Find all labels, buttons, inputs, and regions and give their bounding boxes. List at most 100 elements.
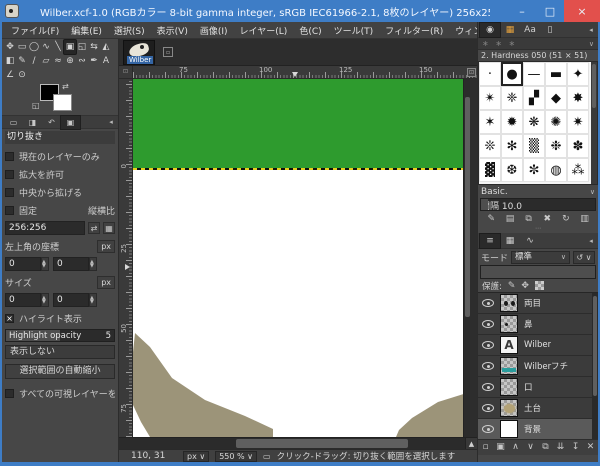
- minimize-button[interactable]: –: [508, 0, 536, 22]
- delete-layer-button[interactable]: ✕: [584, 441, 597, 454]
- guides-dropdown[interactable]: 表示しない: [5, 345, 115, 359]
- brush-swatch[interactable]: ▓: [479, 158, 501, 182]
- brush-swatch[interactable]: ✹: [501, 110, 523, 134]
- brush-swatch[interactable]: ◍: [545, 158, 567, 182]
- layer-row[interactable]: 土台: [478, 398, 598, 419]
- layer-visibility-eye-icon[interactable]: [482, 320, 494, 328]
- layer-row[interactable]: 両目: [478, 293, 598, 314]
- menu-item[interactable]: 編集(E): [65, 24, 108, 37]
- menu-item[interactable]: 表示(V): [151, 24, 194, 37]
- tab-paths[interactable]: ∿: [520, 234, 540, 248]
- aspect-grid-icon[interactable]: ▦: [103, 222, 115, 234]
- dock-menu-icon[interactable]: ◂: [106, 118, 116, 126]
- aspect-ratio-input[interactable]: 256:256: [5, 221, 85, 235]
- unit-dropdown[interactable]: px ∨: [183, 451, 209, 462]
- smudge-tool-button[interactable]: ∾: [76, 54, 88, 68]
- ink-tool-button[interactable]: ✒: [88, 54, 100, 68]
- brush-spacing-slider[interactable]: 間隔 10.0: [480, 198, 596, 211]
- menu-item[interactable]: 選択(S): [108, 24, 151, 37]
- layer-thumbnail[interactable]: [500, 294, 518, 312]
- layer-visibility-eye-icon[interactable]: [482, 341, 494, 349]
- new-layer-group-button[interactable]: ▣: [494, 441, 507, 454]
- position-unit-dropdown[interactable]: px: [97, 240, 115, 253]
- open-brush-button[interactable]: ▥: [577, 213, 592, 226]
- swap-aspect-icon[interactable]: ⇄: [88, 222, 100, 234]
- new-layer-button[interactable]: ▫: [479, 441, 492, 454]
- rectangle-select-tool-button[interactable]: ▭: [16, 40, 28, 54]
- brush-swatch[interactable]: ❉: [545, 134, 567, 158]
- anchor-layer-button[interactable]: ↧: [569, 441, 582, 454]
- brush-swatch[interactable]: ✷: [567, 110, 589, 134]
- auto-shrink-button[interactable]: 選択範囲の自動縮小: [5, 364, 115, 379]
- layer-row[interactable]: 背景: [478, 419, 598, 439]
- brush-swatch[interactable]: ❆: [501, 158, 523, 182]
- swap-colors-icon[interactable]: ⇄: [62, 82, 69, 91]
- expand-from-center-row[interactable]: 中央から拡げる: [5, 183, 115, 201]
- layer-row[interactable]: Wilber: [478, 335, 598, 356]
- position-x-stepper[interactable]: ▲▼: [41, 257, 49, 271]
- tab-brushes[interactable]: ◉: [480, 23, 500, 37]
- close-button[interactable]: ×: [564, 0, 600, 22]
- new-brush-button[interactable]: ▤: [502, 213, 517, 226]
- highlight-checkbox[interactable]: ×: [5, 314, 14, 323]
- size-y-input[interactable]: 0: [53, 293, 89, 307]
- brush-swatch[interactable]: ✽: [567, 134, 589, 158]
- menu-item[interactable]: ファイル(F): [5, 24, 65, 37]
- current-layer-only-checkbox[interactable]: [5, 152, 14, 161]
- brush-swatch[interactable]: ✼: [523, 158, 545, 182]
- free-select-tool-button[interactable]: ∿: [40, 40, 52, 54]
- brush-swatch[interactable]: ✶: [479, 110, 501, 134]
- transform-tool-button[interactable]: ◱: [76, 40, 88, 54]
- brushes-dock-menu-icon[interactable]: ◂: [586, 26, 596, 34]
- merge-layer-button[interactable]: ⇊: [554, 441, 567, 454]
- position-x-input[interactable]: 0: [5, 257, 41, 271]
- position-y-stepper[interactable]: ▲▼: [89, 257, 97, 271]
- brush-swatch[interactable]: ❈: [501, 86, 523, 110]
- layer-thumbnail[interactable]: [500, 378, 518, 396]
- layer-visibility-eye-icon[interactable]: [482, 404, 494, 412]
- maximize-button[interactable]: □: [536, 0, 564, 22]
- eraser-tool-button[interactable]: ▱: [40, 54, 52, 68]
- brush-swatch[interactable]: ·: [479, 62, 501, 86]
- clone-tool-button[interactable]: ⊕: [64, 54, 76, 68]
- navigation-corner-button[interactable]: ▲: [465, 438, 477, 449]
- layer-row[interactable]: Wilberフチ: [478, 356, 598, 377]
- delete-brush-button[interactable]: ✖: [540, 213, 555, 226]
- pencil-tool-button[interactable]: ✎: [16, 54, 28, 68]
- brush-swatch[interactable]: ❊: [479, 134, 501, 158]
- expand-from-center-checkbox[interactable]: [5, 188, 14, 197]
- menu-item[interactable]: レイヤー(L): [234, 24, 294, 37]
- tab-layers[interactable]: ≡: [480, 234, 500, 248]
- tab-undo-history[interactable]: ↶: [42, 116, 61, 129]
- crop-tool-button[interactable]: ▣: [64, 40, 76, 54]
- canvas-vertical-scrollbar[interactable]: [463, 79, 470, 437]
- layer-row[interactable]: 鼻: [478, 314, 598, 335]
- tab-document-history[interactable]: ▯: [540, 23, 560, 37]
- text-tool-button[interactable]: A: [100, 54, 112, 68]
- size-x-input[interactable]: 0: [5, 293, 41, 307]
- brush-swatch[interactable]: ✺: [545, 110, 567, 134]
- layer-thumbnail[interactable]: [500, 420, 518, 438]
- perspective-tool-button[interactable]: ◭: [100, 40, 112, 54]
- edit-brush-button[interactable]: ✎: [484, 213, 499, 226]
- layer-mode-dropdown[interactable]: 標準∨: [511, 251, 570, 264]
- tab-patterns[interactable]: ▦: [500, 23, 520, 37]
- tab-channels[interactable]: ▦: [500, 234, 520, 248]
- allow-growing-row[interactable]: 拡大を許可: [5, 165, 115, 183]
- layer-visibility-eye-icon[interactable]: [482, 383, 494, 391]
- brush-swatch[interactable]: ◆: [545, 86, 567, 110]
- size-unit-dropdown[interactable]: px: [97, 276, 115, 289]
- move-tool-button[interactable]: ✥: [4, 40, 16, 54]
- ruler-corner-button[interactable]: ⊡: [119, 66, 133, 79]
- default-colors-icon[interactable]: ◱: [32, 101, 40, 110]
- brush-set-dropdown[interactable]: Basic. ∨: [478, 185, 598, 198]
- brush-swatch[interactable]: ▞: [523, 86, 545, 110]
- highlight-row[interactable]: × ハイライト表示: [5, 309, 115, 327]
- canvas-viewport[interactable]: [133, 79, 470, 437]
- image-tab-extra-icon[interactable]: ▫: [163, 47, 173, 57]
- brush-swatch[interactable]: ✸: [567, 86, 589, 110]
- background-color-swatch[interactable]: [53, 94, 72, 111]
- menu-item[interactable]: 色(C): [293, 24, 327, 37]
- merged-row[interactable]: すべての可視レイヤーを対象に: [5, 384, 115, 402]
- image-tab-wilber[interactable]: Wilber: [123, 40, 155, 65]
